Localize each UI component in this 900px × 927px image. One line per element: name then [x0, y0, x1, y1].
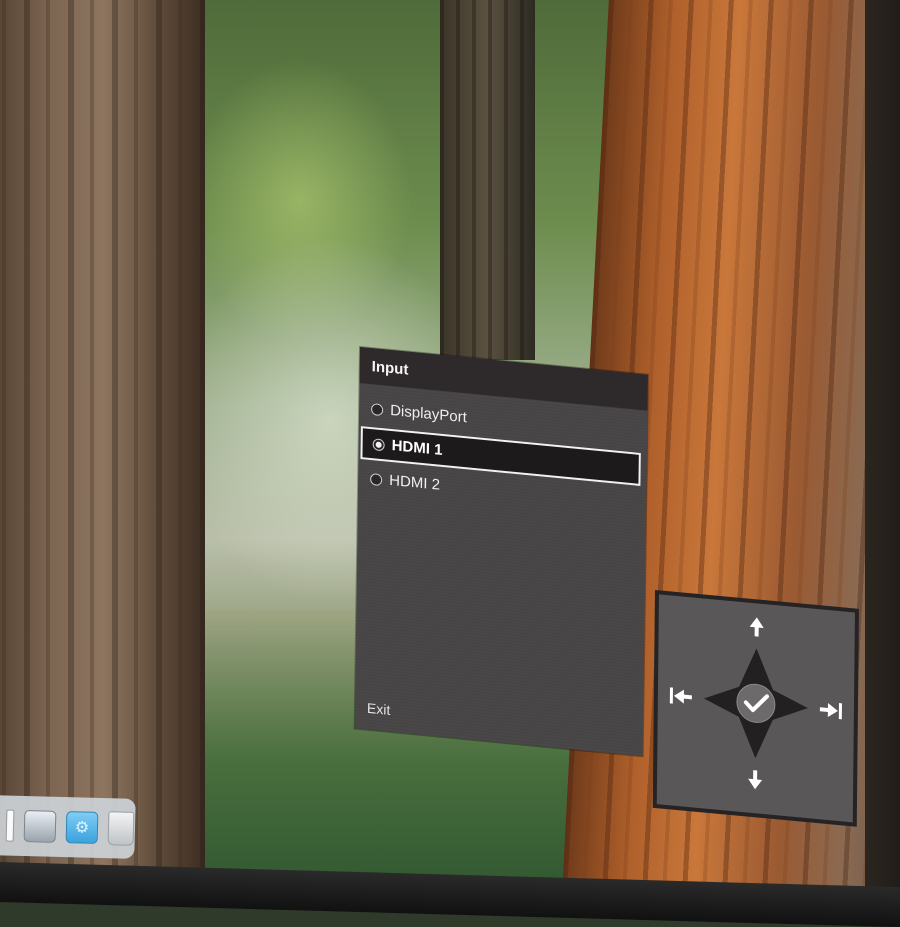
folder-icon[interactable]: ⚙	[65, 811, 99, 844]
trash-icon[interactable]	[107, 811, 135, 846]
tree-trunk-left	[0, 0, 205, 880]
osd-navigation-guide	[652, 590, 859, 827]
arrow-down-icon[interactable]	[748, 770, 763, 790]
exit-button[interactable]: Exit	[367, 700, 391, 718]
taskbar-edge	[5, 809, 15, 842]
input-option-label: DisplayPort	[390, 401, 467, 427]
monitor-bezel-right	[865, 0, 900, 900]
display-settings-icon[interactable]	[23, 809, 57, 843]
radio-selected-icon	[372, 437, 385, 451]
arrow-right-bar-icon[interactable]	[819, 701, 842, 720]
arrow-left-bar-icon[interactable]	[669, 687, 692, 705]
radio-icon	[371, 402, 384, 416]
radio-icon	[370, 472, 383, 486]
input-option-label: HDMI 1	[391, 437, 443, 459]
osd-input-menu: Input DisplayPort HDMI 1 HDMI 2 Exit	[354, 347, 648, 757]
taskbar: ⚙	[0, 795, 136, 859]
arrow-up-icon[interactable]	[749, 617, 764, 637]
tree-trunk-middle	[440, 0, 535, 360]
input-option-label: HDMI 2	[389, 471, 441, 494]
